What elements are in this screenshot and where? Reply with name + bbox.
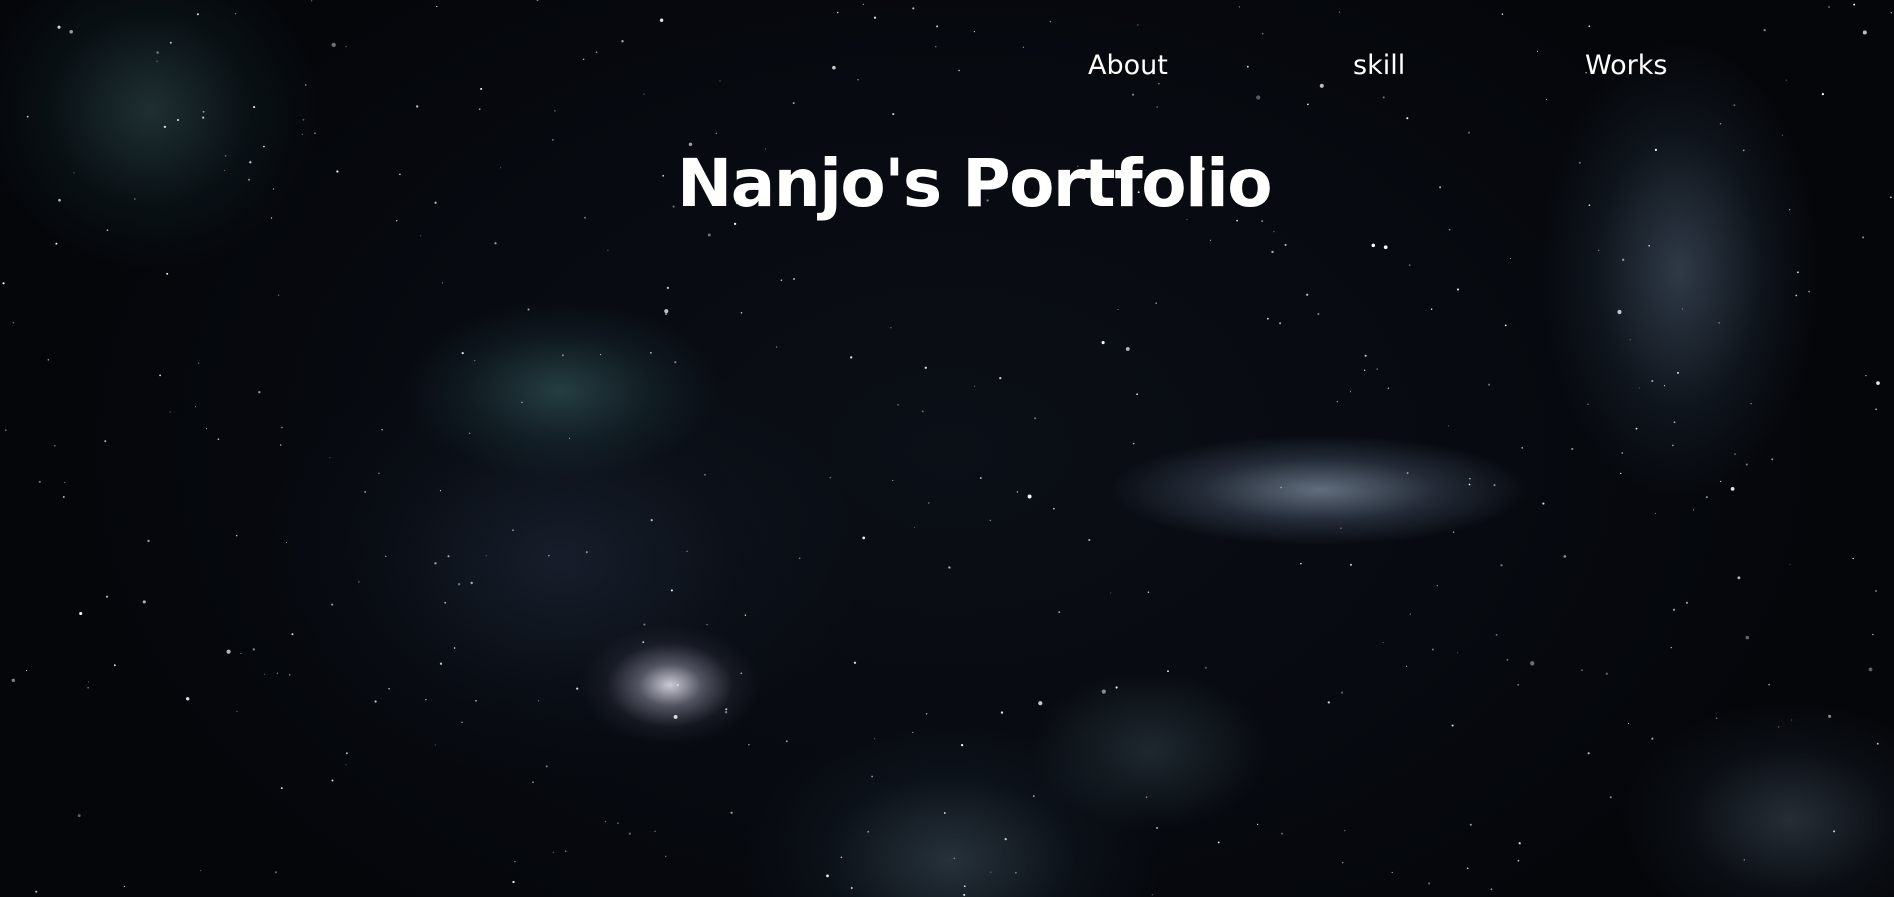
nav-link-about[interactable]: About (1088, 46, 1168, 86)
nav-link-works[interactable]: Works (1585, 46, 1667, 86)
page-title: Nanjo's Portfolio (677, 145, 1273, 222)
portfolio-page: About skill Works Nanjo's Portfolio (0, 0, 1894, 897)
top-nav: About skill Works (0, 0, 1894, 130)
nav-link-skill[interactable]: skill (1353, 46, 1405, 86)
space-background (2, 0, 1892, 896)
